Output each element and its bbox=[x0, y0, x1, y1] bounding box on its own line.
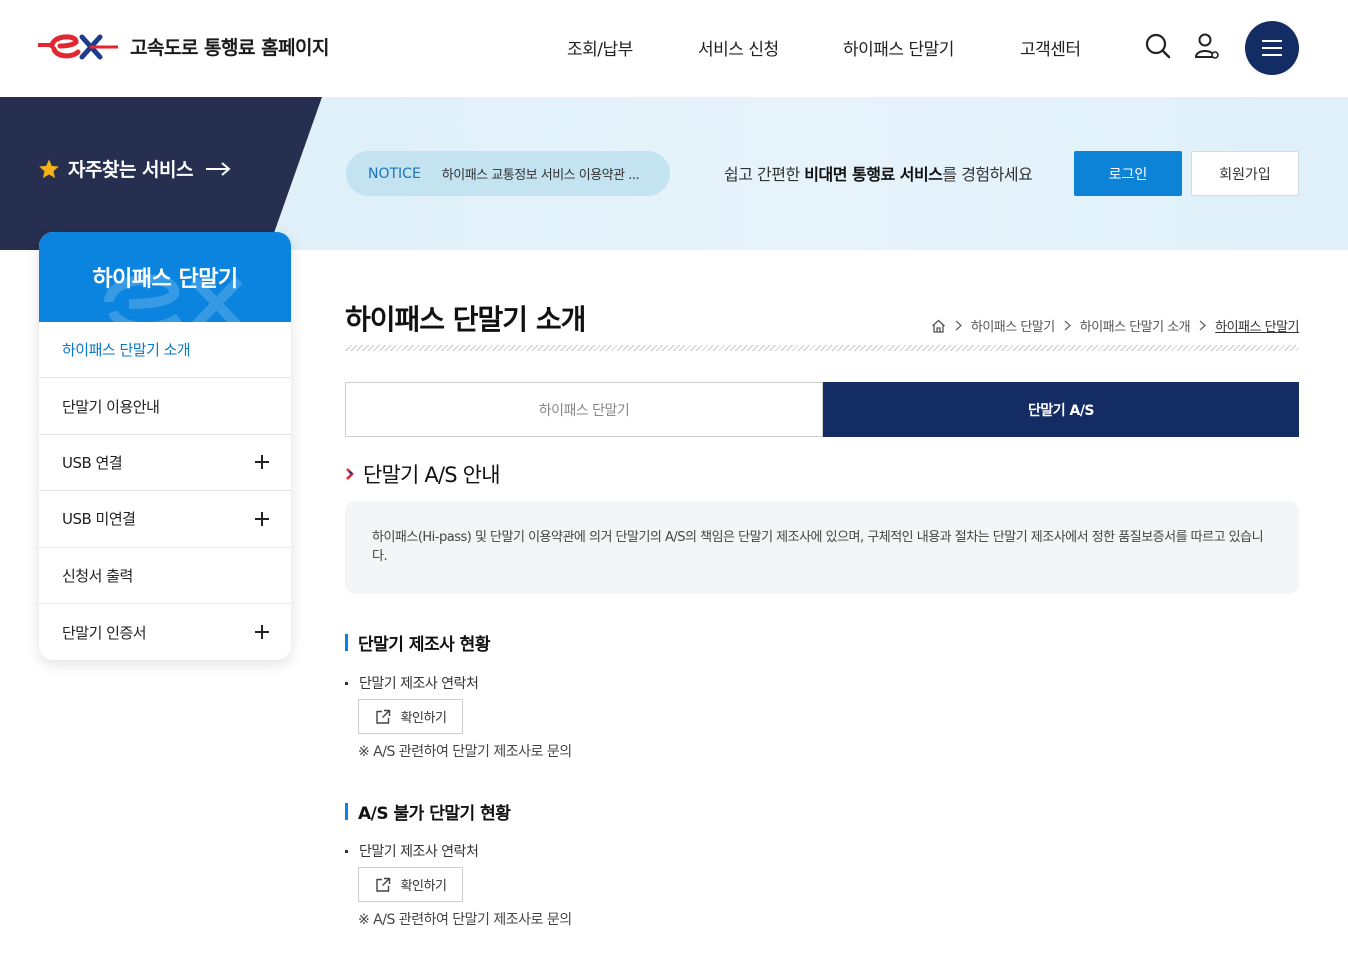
sidebar-item-label: USB 연결 bbox=[62, 453, 123, 472]
chevron-right-icon bbox=[1199, 320, 1207, 331]
subsection-title-manufacturer-status: 단말기 제조사 현황 bbox=[345, 630, 490, 655]
external-link-icon bbox=[375, 709, 390, 724]
favorites-label: 자주찾는 서비스 bbox=[68, 159, 193, 181]
subsection-title-text: 단말기 제조사 현황 bbox=[358, 635, 490, 655]
sidebar-item-label: 단말기 인증서 bbox=[62, 623, 147, 642]
content-tabs: 하이패스 단말기 단말기 A/S bbox=[345, 382, 1299, 437]
confirm-button-label: 확인하기 bbox=[400, 711, 447, 726]
side-menu: 하이패스 단말기 하이패스 단말기 소개 단말기 이용안내 USB 연결 USB… bbox=[39, 232, 291, 660]
logo-text: 고속도로 통행료 홈페이지 bbox=[130, 36, 330, 59]
subsection-title-text: A/S 불가 단말기 현황 bbox=[358, 804, 511, 824]
sidebar-item-label: 단말기 이용안내 bbox=[62, 397, 160, 416]
promo-text-post: 를 경험하세요 bbox=[942, 165, 1033, 184]
confirm-button[interactable]: 확인하기 bbox=[358, 867, 463, 902]
promo-text-pre: 쉽고 간편한 bbox=[724, 165, 805, 184]
side-menu-title: 하이패스 단말기 bbox=[92, 267, 238, 292]
breadcrumb: 하이패스 단말기 하이패스 단말기 소개 하이패스 단말기 bbox=[931, 316, 1299, 335]
tab-device-as[interactable]: 단말기 A/S bbox=[823, 382, 1299, 437]
sidebar-item-label: USB 미연결 bbox=[62, 510, 136, 529]
sidebar-item-device-guide[interactable]: 단말기 이용안내 bbox=[39, 378, 291, 435]
plus-icon[interactable] bbox=[255, 455, 269, 470]
note-text: ※ A/S 관련하여 단말기 제조사로 문의 bbox=[358, 912, 572, 928]
favorites-link[interactable]: 자주찾는 서비스 bbox=[38, 155, 231, 182]
nav-item-inquiry-payment[interactable]: 조회/납부 bbox=[567, 35, 633, 60]
subsection-title-unsupported-devices: A/S 불가 단말기 현황 bbox=[345, 799, 511, 824]
bullet-text: 단말기 제조사 연락처 bbox=[359, 676, 479, 692]
menu-line-icon bbox=[1262, 40, 1282, 42]
user-icon[interactable] bbox=[1193, 32, 1221, 60]
nav-item-hipass-device[interactable]: 하이패스 단말기 bbox=[843, 35, 954, 60]
sidebar-item-label: 하이패스 단말기 소개 bbox=[62, 341, 191, 360]
chevron-right-icon bbox=[1064, 320, 1071, 331]
section-title: 단말기 A/S 안내 bbox=[345, 459, 501, 489]
menu-line-icon bbox=[1262, 47, 1282, 49]
top-banner: 자주찾는 서비스 NOTICE 하이패스 교통정보 서비스 이용약관 ... 쉽… bbox=[0, 97, 1348, 250]
page-title: 하이패스 단말기 소개 bbox=[345, 303, 586, 336]
ex-logo-icon bbox=[38, 34, 118, 60]
sidebar-item-hipass-intro[interactable]: 하이패스 단말기 소개 bbox=[39, 322, 291, 379]
login-button[interactable]: 로그인 bbox=[1074, 151, 1182, 196]
nav-item-customer-center[interactable]: 고객센터 bbox=[1020, 35, 1081, 60]
join-button[interactable]: 회원가입 bbox=[1191, 151, 1299, 196]
plus-icon[interactable] bbox=[255, 625, 269, 640]
section-title-text: 단말기 A/S 안내 bbox=[363, 463, 501, 487]
star-icon bbox=[39, 158, 59, 178]
sidebar-item-usb-not-connected[interactable]: USB 미연결 bbox=[39, 491, 291, 548]
notice-bar[interactable]: NOTICE 하이패스 교통정보 서비스 이용약관 ... bbox=[346, 151, 670, 196]
sidebar-item-device-certificate[interactable]: 단말기 인증서 bbox=[39, 604, 291, 660]
site-header: 고속도로 통행료 홈페이지 조회/납부 서비스 신청 하이패스 단말기 고객센터 bbox=[0, 0, 1348, 97]
notice-text[interactable]: 하이패스 교통정보 서비스 이용약관 ... bbox=[442, 164, 652, 183]
info-box: 하이패스(Hi-pass) 및 단말기 이용약관에 의거 단말기의 A/S의 책… bbox=[345, 501, 1299, 594]
title-bar bbox=[345, 803, 348, 820]
menu-line-icon bbox=[1262, 54, 1282, 56]
chevron-right-icon bbox=[346, 468, 354, 480]
sidebar-item-label: 신청서 출력 bbox=[62, 566, 133, 585]
note-text: ※ A/S 관련하여 단말기 제조사로 문의 bbox=[358, 744, 572, 760]
search-icon[interactable] bbox=[1144, 32, 1172, 60]
bullet-text: 단말기 제조사 연락처 bbox=[359, 844, 479, 860]
breadcrumb-item[interactable]: 하이패스 단말기 소개 bbox=[1080, 316, 1191, 335]
confirm-button-label: 확인하기 bbox=[400, 879, 447, 894]
sidebar-item-print-form[interactable]: 신청서 출력 bbox=[39, 548, 291, 604]
breadcrumb-current[interactable]: 하이패스 단말기 bbox=[1215, 316, 1299, 335]
promo-text-bold: 비대면 통행료 서비스 bbox=[804, 165, 943, 184]
promo-text: 쉽고 간편한 비대면 통행료 서비스를 경험하세요 bbox=[724, 161, 1033, 185]
plus-icon[interactable] bbox=[255, 511, 269, 526]
bullet-dot bbox=[345, 681, 348, 685]
tab-hipass-device[interactable]: 하이패스 단말기 bbox=[345, 382, 823, 437]
sidebar-item-usb-connected[interactable]: USB 연결 bbox=[39, 435, 291, 492]
side-menu-header: 하이패스 단말기 bbox=[39, 232, 291, 322]
external-link-icon bbox=[375, 877, 390, 892]
bullet-item: 단말기 제조사 연락처 bbox=[345, 841, 479, 861]
notice-tag: NOTICE bbox=[368, 165, 421, 182]
title-bar bbox=[345, 634, 348, 651]
menu-button[interactable] bbox=[1245, 21, 1299, 75]
breadcrumb-item[interactable]: 하이패스 단말기 bbox=[971, 316, 1055, 335]
title-divider bbox=[345, 345, 1299, 351]
bullet-dot bbox=[345, 849, 348, 853]
chevron-right-icon bbox=[955, 320, 962, 331]
bullet-item: 단말기 제조사 연락처 bbox=[345, 673, 479, 693]
nav-item-service-apply[interactable]: 서비스 신청 bbox=[698, 35, 779, 60]
site-logo[interactable]: 고속도로 통행료 홈페이지 bbox=[38, 30, 330, 62]
arrow-right-icon bbox=[205, 161, 231, 176]
confirm-button[interactable]: 확인하기 bbox=[358, 699, 463, 734]
home-icon[interactable] bbox=[931, 319, 946, 333]
